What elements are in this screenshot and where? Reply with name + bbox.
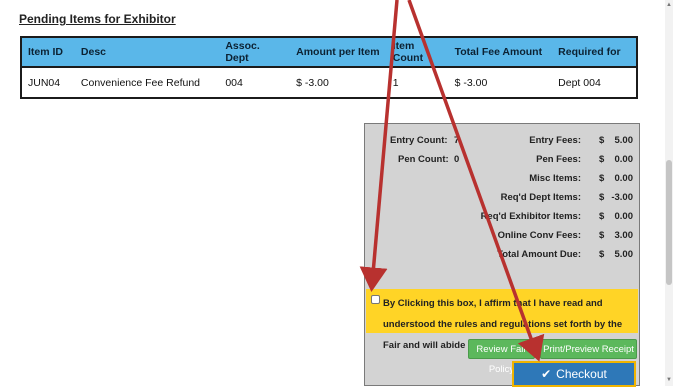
online-conv-fees-label: Online Conv Fees: (497, 230, 581, 241)
column-header-required-for[interactable]: Required for (552, 36, 638, 68)
pen-fees-currency: $ (599, 154, 605, 165)
reqd-exhibitor-items-currency: $ (599, 211, 605, 222)
summary-panel: Entry Count: 7 Pen Count: 0 Entry Fees: … (364, 123, 640, 387)
cell-assoc-dept: 004 (219, 67, 291, 99)
column-header-amount-per-item[interactable]: Amount per Item (290, 36, 387, 68)
column-header-item-id[interactable]: Item ID (20, 36, 75, 68)
total-amount-due-value: 5.00 (614, 249, 634, 260)
pending-items-table: Item ID Desc Assoc. Dept Amount per Item… (20, 36, 638, 99)
online-conv-fees-value: 3.00 (614, 230, 634, 241)
column-header-desc[interactable]: Desc (74, 36, 220, 68)
reqd-exhibitor-items-value: 0.00 (614, 211, 634, 222)
column-header-item-count[interactable]: Item Count (386, 36, 449, 68)
misc-items-label: Misc Items: (529, 173, 581, 184)
reqd-dept-items-label: Req'd Dept Items: (500, 192, 581, 203)
pen-count-label: Pen Count: (398, 154, 449, 165)
column-header-total-fee-amount[interactable]: Total Fee Amount (448, 36, 553, 68)
check-icon: ✔ (541, 367, 552, 381)
entry-fees-label: Entry Fees: (529, 135, 581, 146)
entry-fees-currency: $ (599, 135, 605, 146)
entry-count-label: Entry Count: (390, 135, 448, 146)
cell-item-count: 1 (386, 67, 449, 99)
pen-fees-value: 0.00 (614, 154, 634, 165)
cell-total-fee-amount: $ -3.00 (448, 67, 553, 99)
misc-items-currency: $ (599, 173, 605, 184)
checkout-label: Checkout (556, 367, 607, 381)
online-conv-fees-currency: $ (599, 230, 605, 241)
column-header-assoc-dept[interactable]: Assoc. Dept (219, 36, 291, 68)
pen-count-value: 0 (454, 154, 460, 165)
scroll-up-arrow-icon[interactable]: ▲ (666, 2, 672, 8)
affirm-section: By Clicking this box, I affirm that I ha… (366, 289, 638, 351)
cell-required-for: Dept 004 (552, 67, 638, 99)
reqd-dept-items-currency: $ (599, 192, 605, 203)
section-title: Pending Items for Exhibitor (19, 12, 176, 26)
total-amount-due-currency: $ (599, 249, 605, 260)
checkout-button[interactable]: ✔ Checkout (512, 361, 636, 387)
cell-amount-per-item: $ -3.00 (290, 67, 387, 99)
reqd-dept-items-value: -3.00 (611, 192, 633, 203)
cell-item-id: JUN04 (20, 67, 75, 99)
print-preview-receipt-button[interactable]: Print/Preview Receipt (540, 339, 637, 359)
page: Pending Items for Exhibitor Item ID Desc… (0, 0, 673, 387)
total-amount-due-label: Total Amount Due: (497, 249, 581, 260)
reqd-exhibitor-items-label: Req'd Exhibitor Items: (480, 211, 581, 222)
table-row: JUN04 Convenience Fee Refund 004 $ -3.00… (20, 67, 638, 99)
pen-fees-label: Pen Fees: (536, 154, 581, 165)
cell-desc: Convenience Fee Refund (74, 67, 220, 99)
entry-fees-value: 5.00 (614, 135, 634, 146)
scrollbar-thumb[interactable] (666, 160, 672, 285)
misc-items-value: 0.00 (614, 173, 634, 184)
table-header-row: Item ID Desc Assoc. Dept Amount per Item… (20, 36, 638, 68)
affirm-checkbox[interactable] (371, 295, 380, 304)
review-fair-policy-button[interactable]: Review Fair Policy (468, 339, 535, 375)
entry-count-value: 7 (454, 135, 460, 146)
scroll-down-arrow-icon[interactable]: ▼ (666, 377, 672, 383)
